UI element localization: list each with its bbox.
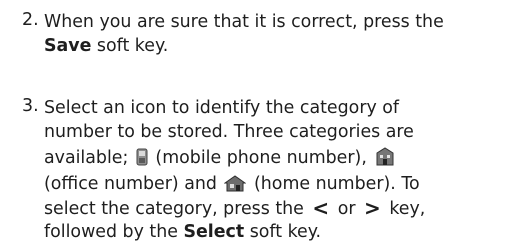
left-arrow-icon: < <box>312 196 330 220</box>
step-3-line-5: select the category, press the < or > ke… <box>44 196 425 221</box>
office-building-icon <box>374 146 396 173</box>
text-home: (home number). To <box>248 174 420 194</box>
select-key-label: Select <box>183 222 245 242</box>
save-key-label: Save <box>44 36 92 56</box>
text-office: (office number) and <box>44 174 223 194</box>
right-arrow-icon: > <box>364 196 381 220</box>
text-followed: followed by the <box>44 222 184 242</box>
text-mobile: (mobile phone number), <box>149 148 373 168</box>
step-3-line-2: number to be stored. Three categories ar… <box>44 122 414 142</box>
step-3: 3. Select an icon to identify the catego… <box>0 96 520 246</box>
step-2: 2. When you are sure that it is correct,… <box>0 10 520 70</box>
step-2-line-1: When you are sure that it is correct, pr… <box>44 12 444 32</box>
step-3-line-1: Select an icon to identify the category … <box>44 98 400 118</box>
mobile-phone-icon <box>136 148 148 173</box>
text-select-category: select the category, press the <box>44 199 310 219</box>
step-3-line-6: followed by the Select soft key. <box>44 220 321 244</box>
text-key: key, <box>383 199 426 219</box>
text-available: available; <box>44 148 134 168</box>
step-2-line-2: Save soft key. <box>44 34 168 58</box>
step-number: 3. <box>22 96 39 116</box>
step-2-line-2-text: soft key. <box>91 36 169 56</box>
text-or: or <box>332 199 362 219</box>
text-soft-key: soft key. <box>244 222 322 242</box>
step-3-line-4: (office number) and (home number). To <box>44 172 420 199</box>
step-number: 2. <box>22 10 39 30</box>
step-3-line-3: available; (mobile phone number), <box>44 146 398 173</box>
